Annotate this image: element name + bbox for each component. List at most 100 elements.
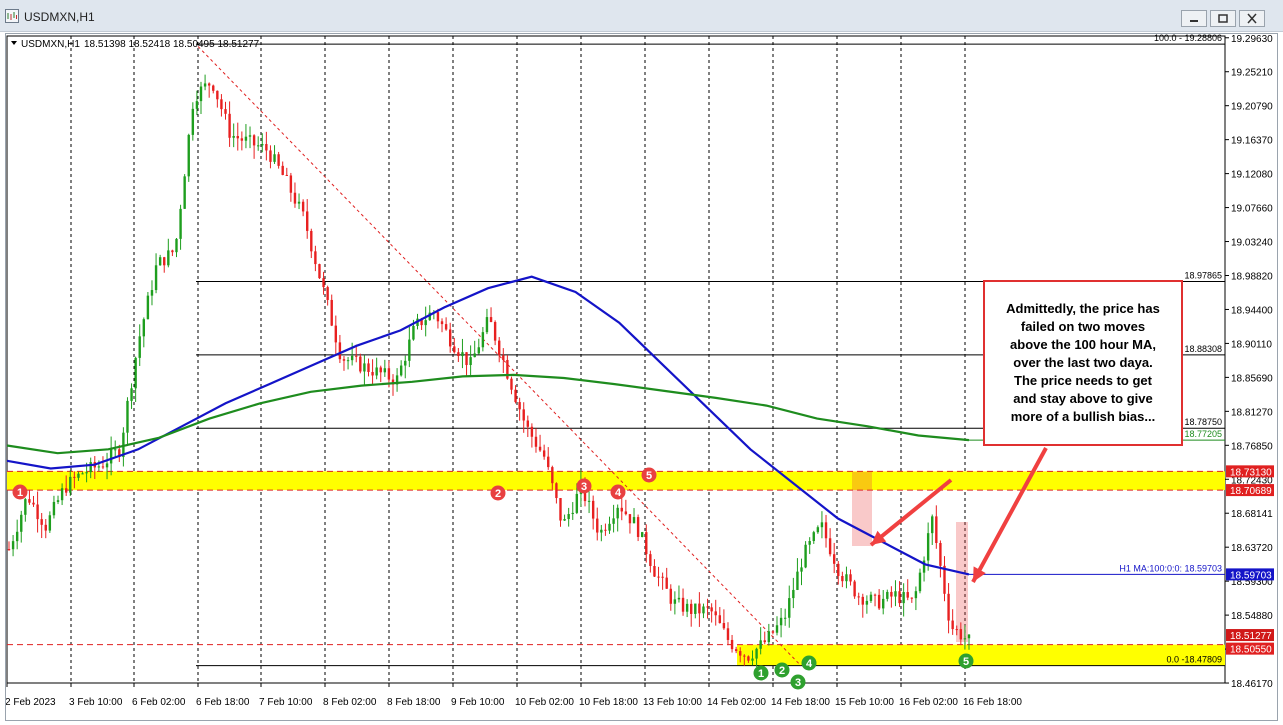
candle-body — [739, 651, 742, 656]
candle-body — [824, 522, 828, 539]
time-tick-label: 13 Feb 10:00 — [643, 697, 702, 708]
candle-body — [81, 473, 84, 475]
close-button[interactable] — [1239, 10, 1265, 27]
candle-body — [939, 543, 942, 566]
price-tick-label: 18.98820 — [1231, 271, 1273, 282]
candle-body — [469, 357, 472, 366]
time-tick-label: 3 Feb 10:00 — [69, 697, 123, 708]
candle-body — [269, 150, 272, 162]
dropdown-triangle-icon[interactable] — [11, 41, 17, 45]
candle-body — [146, 295, 150, 320]
time-tick-label: 8 Feb 02:00 — [323, 697, 377, 708]
candle-body — [669, 588, 672, 604]
candle-body — [832, 554, 836, 564]
candle-body — [792, 589, 795, 599]
candle-body — [698, 603, 701, 614]
candle-body — [199, 86, 203, 102]
candle-body — [718, 615, 722, 624]
candle-body — [653, 566, 656, 577]
candle-body — [514, 389, 517, 403]
candle-body — [845, 574, 848, 582]
candle-body — [947, 593, 950, 621]
time-tick-label: 14 Feb 02:00 — [707, 697, 766, 708]
candle-body — [109, 449, 113, 464]
candle-body — [518, 402, 521, 410]
candle-body — [44, 524, 47, 531]
candle-body — [232, 136, 235, 138]
candle-body — [910, 597, 914, 599]
candle-body — [289, 175, 293, 193]
swing-marker-label: 4 — [615, 487, 622, 499]
candle-body — [375, 367, 378, 376]
candle-body — [563, 519, 566, 521]
candle-body — [52, 501, 56, 516]
candle-body — [20, 514, 23, 532]
minimize-icon — [1190, 20, 1198, 22]
candle-body — [632, 517, 636, 524]
symbol-label: USDMXN,H1 — [21, 39, 80, 50]
candle-body — [105, 463, 109, 468]
candle-body — [256, 145, 260, 147]
candle-body — [142, 319, 146, 337]
candle-body — [865, 600, 869, 605]
candle-body — [837, 563, 840, 577]
candle-body — [48, 515, 52, 531]
candle-body — [187, 134, 190, 177]
candle-body — [645, 532, 648, 555]
price-tick-label: 18.68141 — [1231, 509, 1273, 520]
time-tick-label: 10 Feb 18:00 — [579, 697, 638, 708]
fib-level-label: 0.0 -18.47809 — [1166, 655, 1222, 665]
candle-body — [926, 533, 930, 561]
candle-body — [383, 368, 387, 373]
price-tick-label: 19.12080 — [1231, 170, 1273, 181]
candle-body — [681, 597, 685, 612]
price-axis: 19.29630 19.25210 19.20790 19.16370 19.12080… — [1225, 34, 1274, 690]
price-tick-label: 18.85690 — [1231, 373, 1273, 384]
candle-body — [955, 629, 958, 631]
candle-body — [567, 514, 570, 520]
swing-marker-label: 5 — [646, 470, 652, 482]
candle-body — [747, 656, 750, 661]
candle-body — [212, 85, 215, 91]
time-tick-label: 8 Feb 18:00 — [387, 697, 441, 708]
swing-marker-label: 3 — [795, 677, 801, 689]
candle-body — [73, 476, 76, 478]
price-chart[interactable]: 100.0 - 19.28806 18.97865 18.88308 18.78750… — [5, 33, 1277, 720]
candle-body — [600, 529, 603, 533]
candle-body — [502, 355, 505, 360]
time-tick-label: 15 Feb 10:00 — [835, 697, 894, 708]
candle-body — [931, 516, 934, 534]
candle-body — [297, 201, 301, 204]
swing-marker-label: 2 — [495, 488, 501, 500]
price-tick-label: 18.81270 — [1231, 407, 1273, 418]
time-tick-label: 10 Feb 02:00 — [515, 697, 574, 708]
candle-body — [763, 640, 766, 643]
candle-body — [412, 325, 415, 340]
candle-body — [481, 332, 485, 348]
candle-body — [914, 591, 918, 599]
candle-body — [849, 574, 852, 582]
candle-body — [522, 409, 525, 421]
annotation-text: and stay above to give — [1013, 391, 1152, 406]
candle-body — [40, 519, 43, 525]
candle-body — [734, 649, 738, 652]
candle-body — [608, 523, 611, 531]
candle-body — [281, 165, 284, 175]
candle-body — [273, 154, 276, 162]
close-icon — [1247, 13, 1257, 24]
candle-body — [677, 597, 681, 600]
candle-body — [285, 174, 288, 176]
candle-body — [877, 594, 881, 609]
candle-body — [355, 355, 358, 357]
candle-body — [436, 312, 440, 322]
minimize-button[interactable] — [1181, 10, 1207, 27]
restore-button[interactable] — [1210, 10, 1236, 27]
chart-panel[interactable]: 100.0 - 19.28806 18.97865 18.88308 18.78750… — [5, 33, 1278, 721]
candle-body — [134, 357, 137, 389]
candle-body — [759, 640, 762, 649]
candle-body — [788, 598, 791, 618]
candle-body — [101, 466, 105, 468]
candle-body — [800, 567, 803, 572]
candle-body — [448, 329, 452, 347]
price-tick-label: 18.54880 — [1231, 611, 1273, 622]
